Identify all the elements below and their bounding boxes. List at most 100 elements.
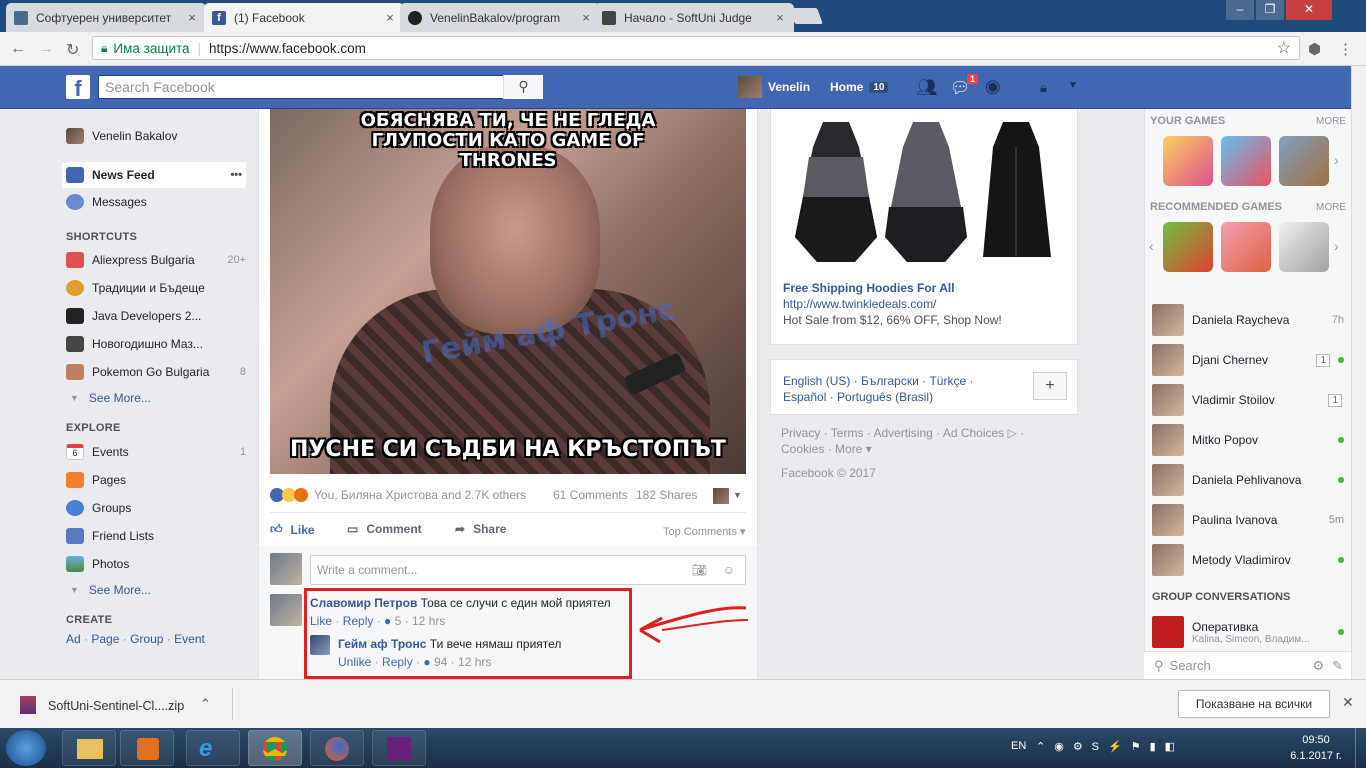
browser-tab-github[interactable]: VenelinBakalov/program ×	[400, 3, 600, 32]
comments-count[interactable]: 61 Comments	[553, 488, 628, 502]
chat-friend[interactable]: Djani Chernev 1	[1152, 343, 1344, 377]
taskbar-firefox[interactable]	[310, 730, 364, 766]
clock-time[interactable]: 09:50	[1290, 734, 1342, 746]
search-input[interactable]: Search Facebook	[98, 75, 543, 99]
sponsored-ad[interactable]: Free Shipping Hoodies For All http://www…	[770, 109, 1078, 345]
create-page-link[interactable]: Page	[91, 632, 119, 646]
chevron-left-icon[interactable]: ‹	[1149, 238, 1154, 254]
shortcut-item[interactable]: Aliexpress Bulgaria 20+	[66, 252, 246, 268]
chat-friend[interactable]: Daniela Raycheva 7h	[1152, 303, 1344, 337]
notifications-globe-icon[interactable]: ◉	[985, 76, 1001, 97]
chat-friend[interactable]: Paulina Ivanova 5m	[1152, 503, 1344, 537]
browser-tab-judge[interactable]: Начало - SoftUni Judge ×	[594, 3, 794, 32]
account-menu-chevron-down-icon[interactable]: ▼	[1068, 80, 1078, 91]
menu-icon[interactable]: ⋮	[1338, 40, 1353, 58]
input-language[interactable]: EN	[1011, 740, 1026, 752]
taskbar-explorer[interactable]	[62, 730, 116, 766]
system-tray-icons[interactable]: ⌃◉⚙S⚡⚑▮◧	[1036, 740, 1184, 753]
explore-item-friend-lists[interactable]: Friend Lists	[66, 528, 246, 544]
game-thumbnail[interactable]	[1163, 136, 1213, 186]
like-button[interactable]: 👍︎ Like	[270, 522, 315, 537]
close-tab-icon[interactable]: ×	[580, 10, 592, 25]
chat-friend[interactable]: Mitko Popov	[1152, 423, 1344, 457]
chat-friend[interactable]: Metody Vladimirov	[1152, 543, 1344, 577]
ad-url[interactable]: http://www.twinkledeals.com/	[783, 297, 936, 311]
chat-friend[interactable]: Vladimir Stoilov 1	[1152, 383, 1344, 417]
top-comments-dropdown[interactable]: Top Comments ▾	[663, 525, 746, 538]
reactions-summary[interactable]: You, Биляна Христова and 2.7K others	[270, 488, 526, 502]
browser-tab-facebook[interactable]: f (1) Facebook ×	[204, 3, 404, 32]
show-desktop-button[interactable]	[1355, 728, 1366, 768]
shortcut-item[interactable]: Java Developers 2...	[66, 308, 246, 324]
chat-search-input[interactable]: ⚲ Search ⚙ ✎	[1144, 651, 1351, 679]
shortcut-item[interactable]: Новогодишно Маз...	[66, 336, 246, 352]
extension-icon[interactable]: ⬢	[1308, 40, 1321, 58]
game-thumbnail[interactable]	[1221, 222, 1271, 272]
footer-links[interactable]: Cookies · More ▾	[781, 442, 872, 456]
explore-item-pages[interactable]: Pages	[66, 472, 246, 488]
messages-link[interactable]: Messages	[66, 194, 246, 210]
explore-item-events[interactable]: 6 Events 1	[66, 444, 246, 460]
download-filename[interactable]: SoftUni-Sentinel-Cl....zip	[48, 699, 184, 713]
home-link[interactable]: Home 10	[830, 80, 889, 94]
comment-button[interactable]: ▭ Comment	[347, 522, 422, 536]
forward-icon[interactable]: →	[38, 40, 54, 58]
minimize-button[interactable]: –	[1226, 0, 1254, 20]
chevron-up-icon[interactable]: ⌃	[200, 696, 211, 712]
language-links[interactable]: English (US) · Български · Türkçe ·	[783, 374, 973, 388]
facebook-logo-icon[interactable]: f	[66, 75, 90, 101]
create-ad-link[interactable]: Ad	[66, 632, 81, 646]
chat-friend[interactable]: Daniela Pehlivanova	[1152, 463, 1344, 497]
post-image[interactable]: Гейм аф Тронс ОБЯСНЯВА ТИ, ЧЕ НЕ ГЛЕДА Г…	[270, 109, 746, 474]
search-icon[interactable]: ⚲	[503, 75, 543, 99]
back-icon[interactable]: ←	[10, 40, 26, 58]
add-language-button[interactable]: +	[1033, 372, 1067, 400]
taskbar-chrome[interactable]	[248, 730, 302, 766]
show-all-downloads-button[interactable]: Показване на всички	[1178, 690, 1330, 718]
camera-icon[interactable]: 📷︎	[692, 556, 707, 584]
profile-link[interactable]: Venelin	[768, 80, 810, 94]
profile-link-left[interactable]: Venelin Bakalov	[66, 128, 246, 144]
compose-icon[interactable]: ✎	[1332, 658, 1343, 674]
shortcuts-see-more[interactable]: ▼ See More...	[66, 391, 246, 405]
taskbar-visual-studio[interactable]	[372, 730, 426, 766]
ad-title[interactable]: Free Shipping Hoodies For All	[783, 281, 955, 295]
taskbar-media-player[interactable]	[120, 730, 174, 766]
shortcut-item[interactable]: Традиции и Бъдеще	[66, 280, 246, 296]
bookmark-star-icon[interactable]: ☆	[1277, 38, 1291, 58]
clock-date[interactable]: 6.1.2017 г.	[1282, 750, 1350, 762]
taskbar-internet-explorer[interactable]: e	[186, 730, 240, 766]
game-thumbnail[interactable]	[1221, 136, 1271, 186]
avatar[interactable]	[713, 488, 729, 504]
browser-tab-softuni[interactable]: Софтуерен университет ×	[6, 3, 206, 32]
game-thumbnail[interactable]	[1163, 222, 1213, 272]
game-thumbnail[interactable]	[1279, 222, 1329, 272]
create-event-link[interactable]: Event	[174, 632, 205, 646]
recommended-games-more-link[interactable]: MORE	[1316, 202, 1346, 213]
user-avatar[interactable]	[738, 76, 762, 98]
language-links[interactable]: Español · Português (Brasil)	[783, 390, 933, 404]
explore-see-more[interactable]: ▼ See More...	[66, 583, 246, 597]
explore-item-photos[interactable]: Photos	[66, 556, 246, 572]
gear-icon[interactable]: ⚙	[1312, 658, 1324, 674]
close-icon[interactable]: ✕	[1342, 694, 1354, 711]
windows-start-button[interactable]	[6, 730, 46, 766]
news-feed-link[interactable]: News Feed •••	[62, 162, 246, 188]
explore-item-groups[interactable]: Groups	[66, 500, 246, 516]
group-conversation[interactable]: Оперативка Kalina, Simeon, Владим...	[1152, 615, 1344, 649]
chevron-right-icon[interactable]: ›	[1334, 152, 1339, 168]
share-button[interactable]: ➦ Share	[455, 522, 506, 536]
close-tab-icon[interactable]: ×	[774, 10, 786, 25]
chevron-right-icon[interactable]: ›	[1334, 238, 1339, 254]
privacy-shortcuts-icon[interactable]: 🔒︎	[1040, 80, 1047, 96]
emoji-icon[interactable]: ☺	[723, 556, 735, 584]
page-scrollbar[interactable]	[1351, 66, 1366, 679]
maximize-button[interactable]: ❐	[1256, 0, 1284, 20]
footer-links[interactable]: Privacy · Terms · Advertising · Ad Choic…	[781, 426, 1024, 440]
shortcut-item[interactable]: Pokemon Go Bulgaria 8	[66, 364, 246, 380]
reload-icon[interactable]: ↻	[66, 40, 79, 60]
new-tab-button[interactable]	[789, 8, 823, 24]
comment-input[interactable]: Write a comment... 📷︎ ☺	[310, 555, 746, 585]
your-games-more-link[interactable]: MORE	[1316, 116, 1346, 127]
create-group-link[interactable]: Group	[130, 632, 163, 646]
